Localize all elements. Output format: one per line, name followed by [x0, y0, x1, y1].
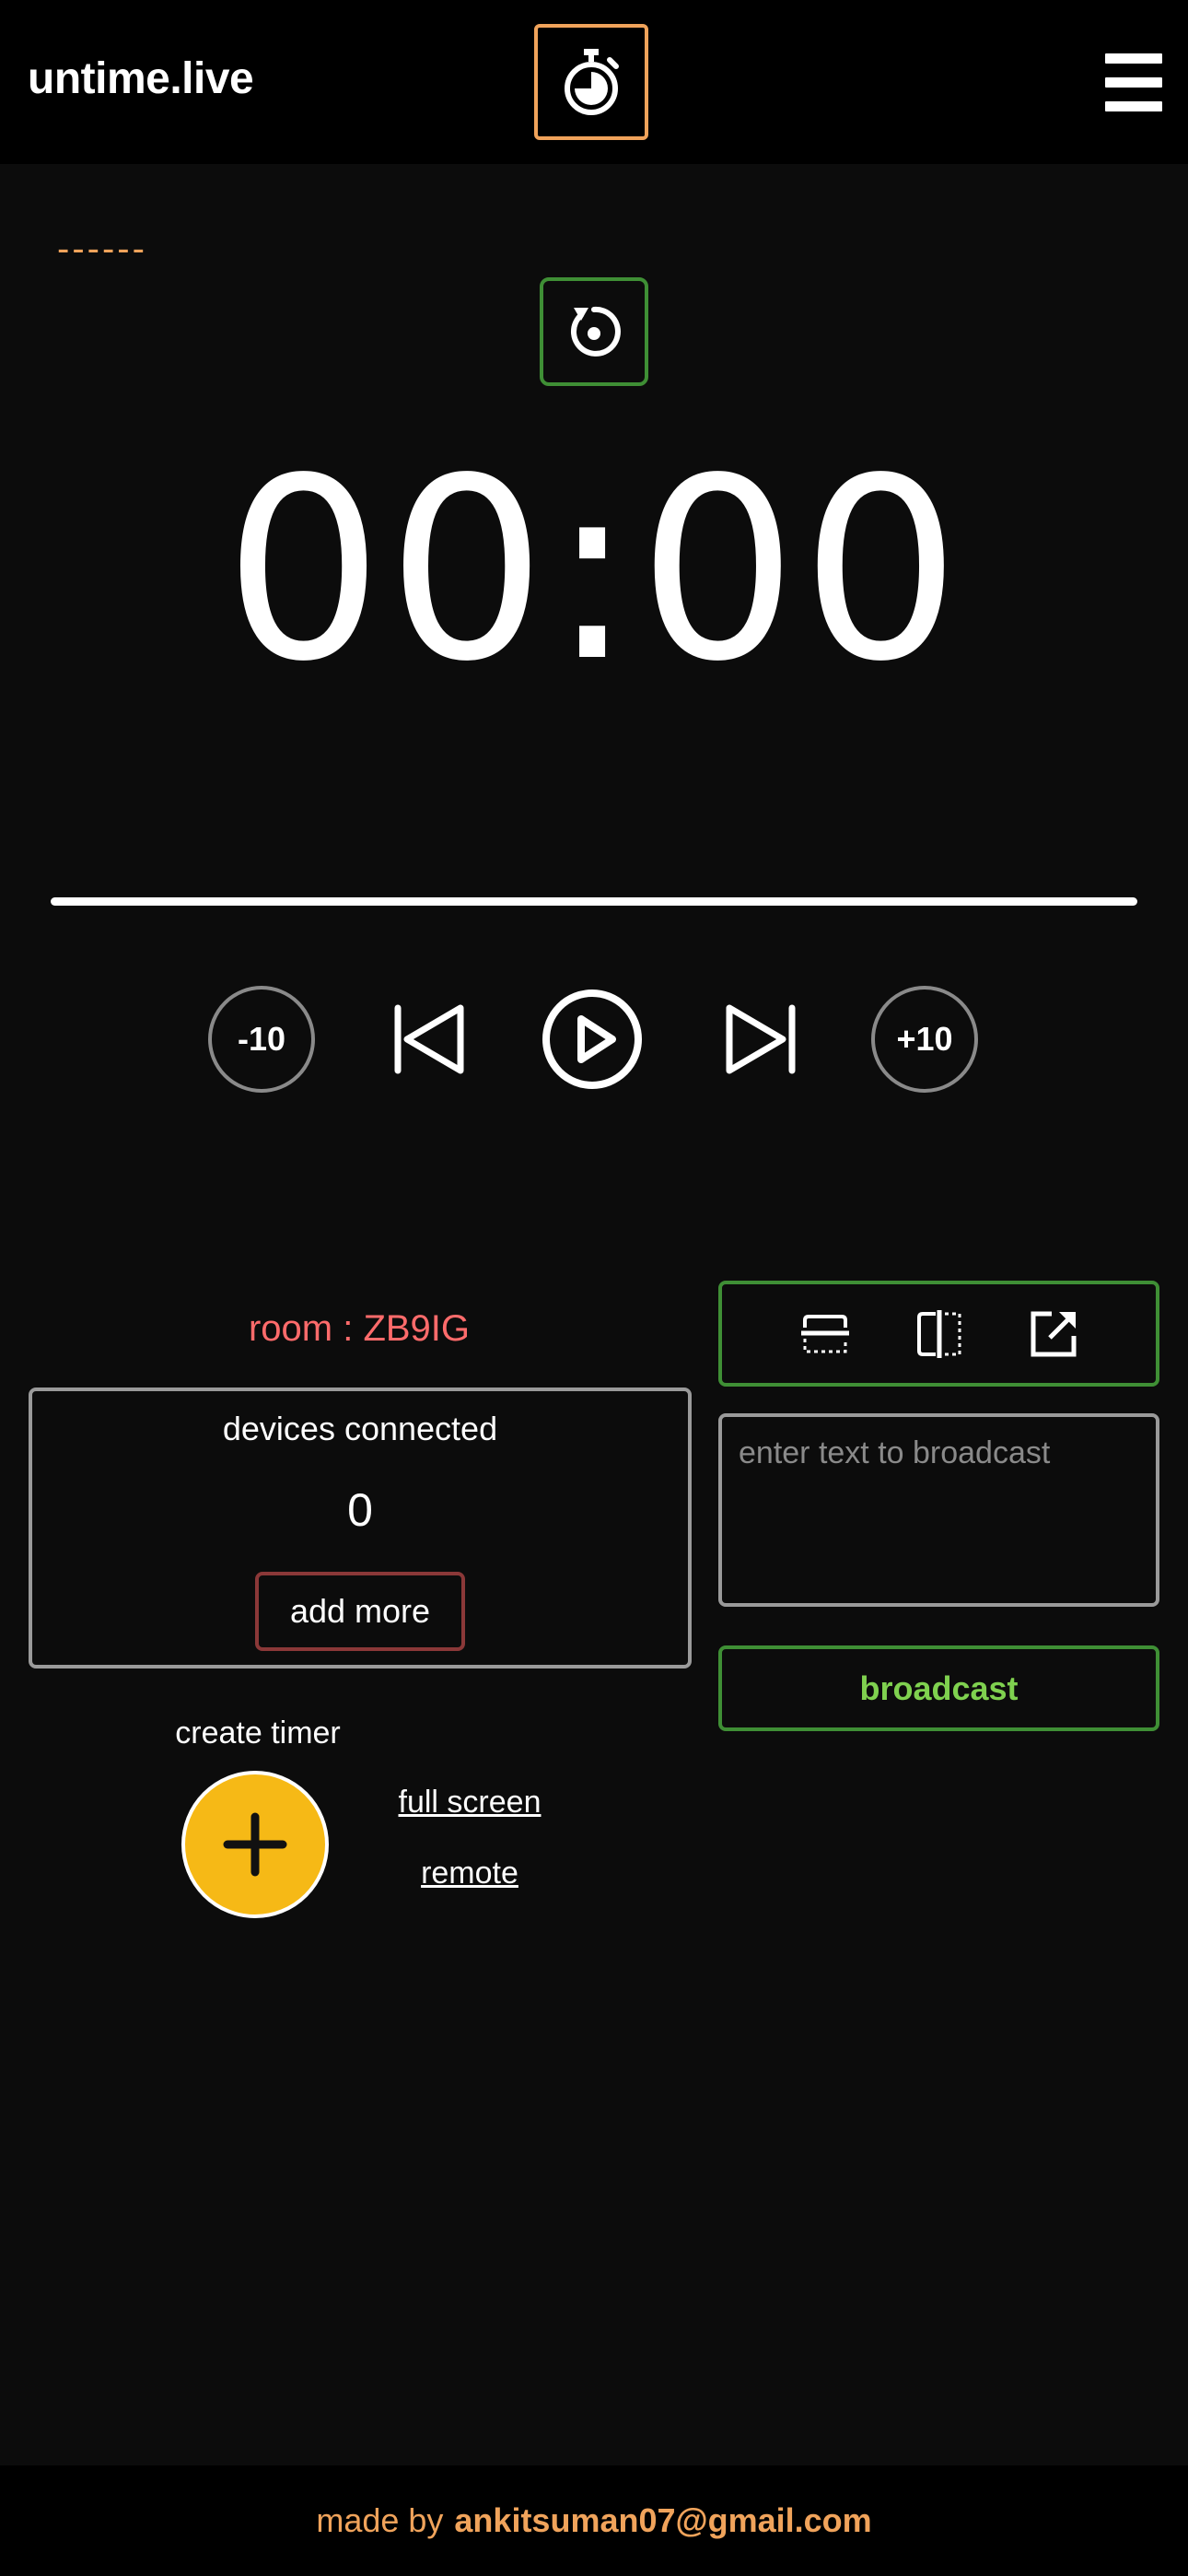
reset-button[interactable] [540, 277, 648, 386]
skip-next-icon [726, 1004, 796, 1074]
create-timer-button[interactable] [181, 1771, 329, 1918]
broadcast-text-input[interactable] [718, 1413, 1159, 1607]
stopwatch-logo-button[interactable] [534, 24, 648, 140]
footer-prefix: made by [316, 2501, 444, 2539]
devices-title: devices connected [222, 1410, 498, 1447]
broadcast-button[interactable]: broadcast [718, 1645, 1159, 1731]
plus-10-button[interactable]: +10 [871, 986, 978, 1093]
minus-10-button[interactable]: -10 [208, 986, 315, 1093]
skip-previous-button[interactable] [383, 986, 475, 1093]
skip-previous-icon [394, 1004, 464, 1074]
devices-count: 0 [347, 1484, 373, 1536]
split-vertical-button[interactable] [915, 1308, 963, 1360]
timer-message: ------ [57, 228, 147, 269]
bottom-banner-button[interactable] [799, 1311, 851, 1357]
footer-email-link[interactable]: ankitsuman07@gmail.com [454, 2501, 871, 2540]
footer: made by ankitsuman07@gmail.com [0, 2465, 1188, 2576]
play-button[interactable] [539, 986, 646, 1093]
bottom-banner-icon [800, 1314, 849, 1352]
header-bar: untime.live [0, 0, 1188, 164]
brand-title[interactable]: untime.live [28, 53, 254, 104]
open-external-icon [1031, 1311, 1076, 1356]
split-vertical-icon [916, 1309, 961, 1358]
reset-icon [570, 306, 621, 357]
create-timer-label: create timer [175, 1715, 341, 1751]
plus-icon [223, 1812, 287, 1877]
timer-display: 00:00 [224, 426, 964, 717]
open-external-button[interactable] [1028, 1308, 1079, 1360]
display-layout-toolbar [718, 1281, 1159, 1387]
play-icon [542, 989, 642, 1089]
hamburger-menu-icon[interactable] [1105, 53, 1162, 112]
room-code: room : ZB9IG [248, 1308, 471, 1349]
remote-link[interactable]: remote [350, 1856, 589, 1891]
full-screen-link[interactable]: full screen [350, 1785, 589, 1821]
devices-panel: devices connected 0 add more [29, 1388, 692, 1669]
skip-next-button[interactable] [715, 986, 807, 1093]
add-more-button[interactable]: add more [255, 1572, 465, 1651]
stopwatch-icon [565, 49, 619, 115]
timer-progress-bar [51, 897, 1137, 906]
